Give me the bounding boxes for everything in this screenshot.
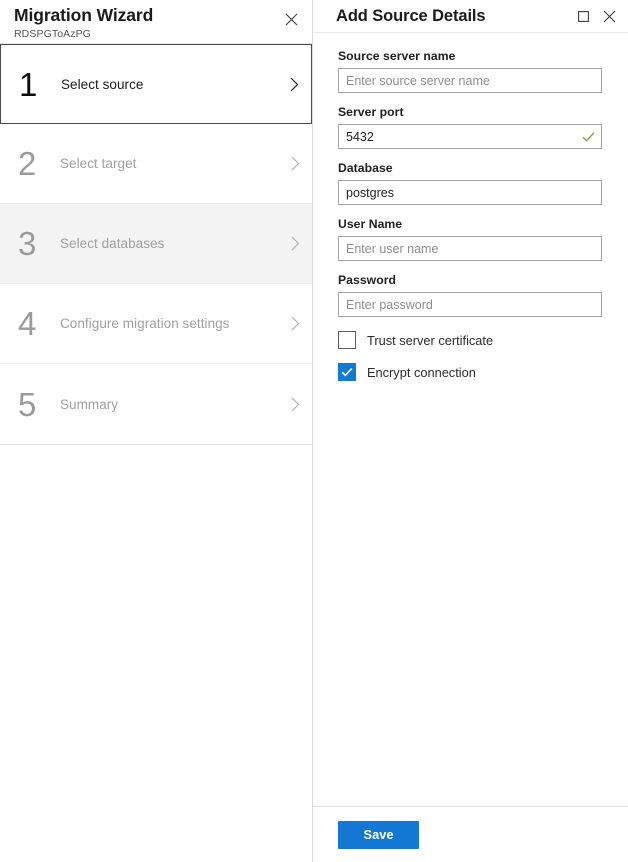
database-input[interactable] xyxy=(338,180,602,205)
dialog-footer: Save xyxy=(313,806,628,862)
trust-server-certificate-checkbox[interactable] xyxy=(338,331,356,349)
field-user-name: User Name xyxy=(338,217,602,261)
dialog-title: Add Source Details xyxy=(336,6,570,26)
chevron-right-icon xyxy=(277,77,311,92)
step-label: Select source xyxy=(61,77,277,92)
step-label: Configure migration settings xyxy=(60,316,278,331)
checkmark-icon xyxy=(341,366,353,378)
step-label: Select databases xyxy=(60,236,278,251)
input-wrapper xyxy=(338,236,602,261)
step-number: 4 xyxy=(18,307,60,340)
dialog-close-button[interactable] xyxy=(596,4,622,28)
field-server-port: Server port xyxy=(338,105,602,149)
page-title: Migration Wizard xyxy=(14,5,298,26)
input-wrapper xyxy=(338,180,602,205)
field-source-server-name: Source server name xyxy=(338,49,602,93)
source-server-name-input[interactable] xyxy=(338,68,602,93)
field-label: Server port xyxy=(338,105,602,119)
checkbox-label: Encrypt connection xyxy=(367,365,476,380)
wizard-step-2[interactable]: 2 Select target xyxy=(0,124,312,204)
password-input[interactable] xyxy=(338,292,602,317)
dialog-maximize-button[interactable] xyxy=(570,4,596,28)
wizard-steps-list: 1 Select source 2 Select target xyxy=(0,44,312,445)
page-subtitle: RDSPGToAzPG xyxy=(14,27,298,41)
chevron-right-icon xyxy=(278,316,312,331)
close-icon xyxy=(603,10,616,23)
input-wrapper xyxy=(338,124,602,149)
checkbox-label: Trust server certificate xyxy=(367,333,493,348)
input-wrapper xyxy=(338,292,602,317)
step-number: 3 xyxy=(18,227,60,260)
maximize-icon xyxy=(578,11,589,22)
chevron-right-icon xyxy=(278,397,312,412)
checkbox-row-encrypt-connection[interactable]: Encrypt connection xyxy=(338,363,602,381)
server-port-input[interactable] xyxy=(338,124,602,149)
migration-wizard-window: Migration Wizard RDSPGToAzPG 1 Select so… xyxy=(0,0,628,862)
step-label: Summary xyxy=(60,397,278,412)
field-database: Database xyxy=(338,161,602,205)
checkbox-row-trust-server-certificate[interactable]: Trust server certificate xyxy=(338,331,602,349)
chevron-right-icon xyxy=(278,236,312,251)
step-number: 2 xyxy=(18,147,60,180)
user-name-input[interactable] xyxy=(338,236,602,261)
add-source-details-dialog: Add Source Details Source server name xyxy=(313,0,628,862)
step-number: 5 xyxy=(18,388,60,421)
dialog-header: Add Source Details xyxy=(313,0,628,33)
close-icon xyxy=(285,13,298,26)
field-label: Database xyxy=(338,161,602,175)
wizard-close-button[interactable] xyxy=(278,6,304,32)
wizard-panel: Migration Wizard RDSPGToAzPG 1 Select so… xyxy=(0,0,313,862)
chevron-right-icon xyxy=(278,156,312,171)
wizard-step-5[interactable]: 5 Summary xyxy=(0,364,312,444)
wizard-step-3[interactable]: 3 Select databases xyxy=(0,204,312,284)
wizard-step-1[interactable]: 1 Select source xyxy=(0,44,312,124)
input-wrapper xyxy=(338,68,602,93)
encrypt-connection-checkbox[interactable] xyxy=(338,363,356,381)
save-button[interactable]: Save xyxy=(338,821,419,849)
step-number: 1 xyxy=(19,68,61,101)
field-password: Password xyxy=(338,273,602,317)
dialog-body: Source server name Server port xyxy=(313,33,628,806)
wizard-step-4[interactable]: 4 Configure migration settings xyxy=(0,284,312,364)
field-label: Password xyxy=(338,273,602,287)
field-label: Source server name xyxy=(338,49,602,63)
wizard-header: Migration Wizard RDSPGToAzPG xyxy=(0,0,312,44)
field-label: User Name xyxy=(338,217,602,231)
step-label: Select target xyxy=(60,156,278,171)
